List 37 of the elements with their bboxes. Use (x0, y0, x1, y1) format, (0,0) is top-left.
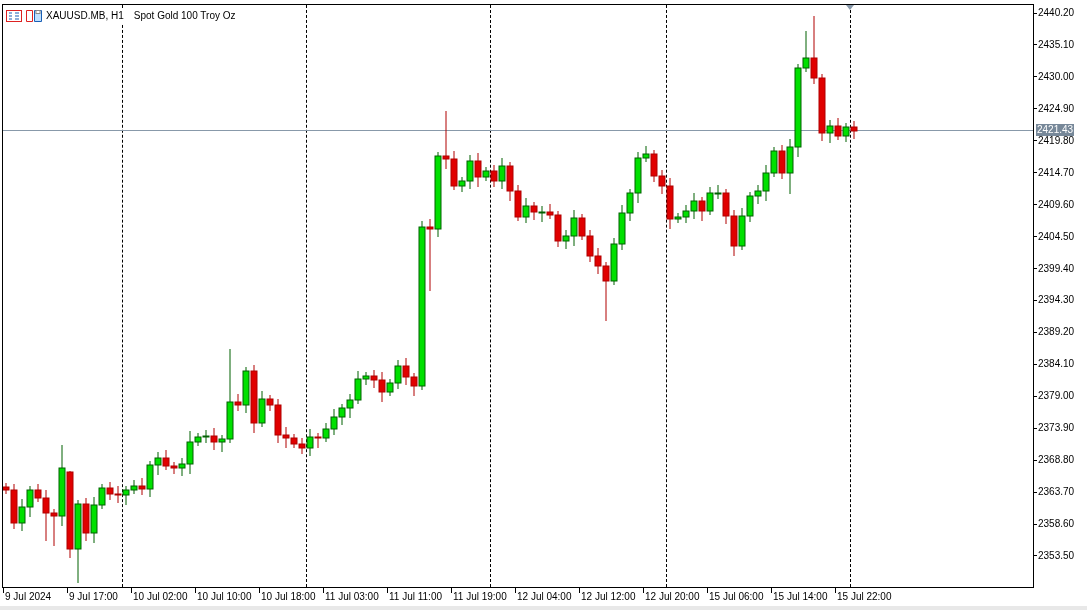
price-label: 2435.10 (1038, 38, 1075, 51)
price-label: 2419.80 (1038, 134, 1075, 147)
price-label: 2424.90 (1038, 102, 1075, 115)
time-label: 12 Jul 20:00 (645, 591, 700, 603)
price-label: 2353.50 (1038, 549, 1075, 562)
symbol-label: XAUUSD.MB, H1 (46, 9, 124, 23)
list-icon (6, 9, 22, 22)
time-label: 11 Jul 11:00 (389, 591, 442, 603)
time-label: 12 Jul 12:00 (581, 591, 636, 603)
price-label: 2414.70 (1038, 166, 1075, 179)
price-label: 2368.80 (1038, 454, 1075, 467)
time-label: 15 Jul 14:00 (773, 591, 828, 603)
price-label: 2404.50 (1038, 230, 1075, 243)
marker-icon (846, 5, 854, 10)
time-label: 11 Jul 03:00 (325, 591, 379, 603)
current-price-label: 2421.43 (1036, 124, 1075, 136)
price-label: 2379.00 (1038, 390, 1075, 403)
time-label: 15 Jul 06:00 (709, 591, 764, 603)
price-label: 2373.90 (1038, 422, 1075, 435)
price-label: 2358.60 (1038, 518, 1075, 531)
price-label: 2409.60 (1038, 198, 1075, 211)
price-label: 2363.70 (1038, 486, 1075, 499)
time-label: 15 Jul 22:00 (837, 591, 892, 603)
price-label: 2399.40 (1038, 262, 1075, 275)
price-label: 2384.10 (1038, 358, 1075, 371)
time-label: 10 Jul 02:00 (133, 591, 188, 603)
price-label: 2389.20 (1038, 326, 1075, 339)
price-label: 2440.20 (1038, 7, 1075, 19)
time-label: 10 Jul 10:00 (197, 591, 252, 603)
time-label: 10 Jul 18:00 (261, 591, 316, 603)
time-label: 11 Jul 19:00 (453, 591, 507, 603)
time-label: 9 Jul 2024 (5, 591, 52, 603)
time-label: 12 Jul 04:00 (517, 591, 572, 603)
symbol-description: Spot Gold 100 Troy Oz (133, 9, 236, 23)
price-label: 2394.30 (1038, 294, 1075, 307)
price-label: 2430.00 (1038, 70, 1075, 83)
time-label: 9 Jul 17:00 (69, 591, 118, 603)
